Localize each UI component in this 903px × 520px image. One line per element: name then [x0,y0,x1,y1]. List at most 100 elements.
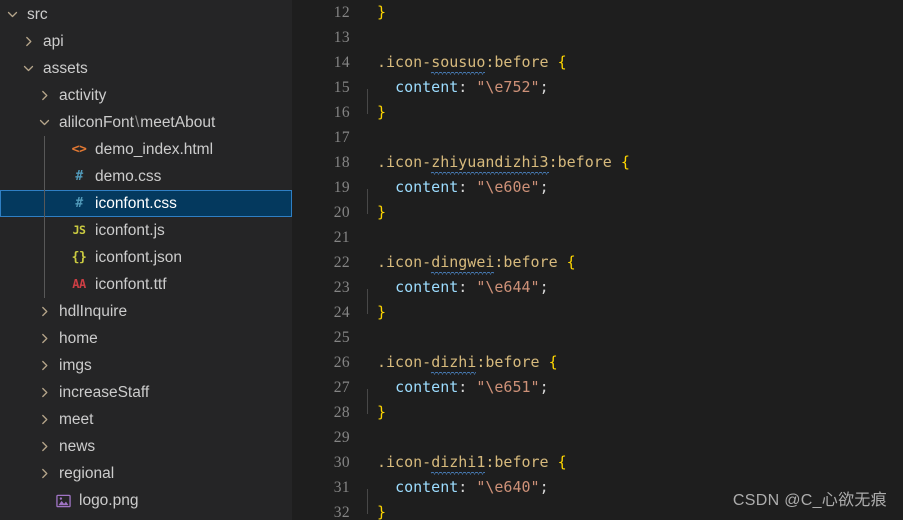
code-token: content [395,378,459,396]
line-number: 20 [333,204,350,221]
tree-folder-regional[interactable]: regional [0,460,292,487]
code-text[interactable] [350,125,377,150]
tree-item-label: iconfont.css [95,195,177,212]
code-line-31[interactable]: 31 content: "\e640"; [292,475,903,514]
selector-token-warning: zhiyuandizhi3 [431,150,550,175]
code-line-26[interactable]: 26 .icon-dizhi:before { [292,350,903,375]
code-line-25[interactable]: 25 [292,325,903,350]
code-line-12[interactable]: 12} [292,0,903,25]
chevron-right-icon[interactable] [36,433,53,460]
code-text[interactable] [350,25,377,50]
code-line-20[interactable]: 20} [292,200,903,225]
tree-folder-api[interactable]: api [0,28,292,55]
file-tree[interactable]: src api assets activity alilconFont\meetAbou… [0,0,292,514]
code-text[interactable]: content: "\e752"; [350,75,549,114]
code-text[interactable]: } [350,300,386,325]
code-token: { [557,53,567,71]
code-line-30[interactable]: 30 .icon-dizhi1:before { [292,450,903,475]
chevron-down-icon[interactable] [36,109,53,136]
code-text[interactable]: .icon-zhiyuandizhi3:before { [350,150,630,175]
code-text[interactable] [350,225,377,250]
code-text[interactable] [350,325,377,350]
json-file-icon: {} [71,250,87,265]
code-content[interactable]: 12} 13 14 .icon-sousuo:before {15 content: … [292,0,903,520]
code-token: "\e651" [476,378,540,396]
tree-folder-meet[interactable]: meet [0,406,292,433]
chevron-right-icon[interactable] [20,28,37,55]
line-number: 19 [333,179,350,196]
code-token: .icon- [377,153,432,171]
selector-token-warning: dingwei [431,250,495,275]
code-text[interactable] [350,425,377,450]
tree-item-label: regional [59,465,115,482]
code-text[interactable]: .icon-dizhi:before { [350,350,558,375]
tree-folder-news[interactable]: news [0,433,292,460]
code-token: .icon- [377,353,432,371]
code-text[interactable]: } [350,400,386,425]
tree-folder-activity[interactable]: activity [0,82,292,109]
code-token: .icon- [377,453,432,471]
chevron-right-icon[interactable] [36,460,53,487]
explorer-sidebar[interactable]: src api assets activity alilconFont\meetAbou… [0,0,292,520]
code-line-28[interactable]: 28} [292,400,903,425]
code-line-23[interactable]: 23 content: "\e644"; [292,275,903,314]
code-line-15[interactable]: 15 content: "\e752"; [292,75,903,114]
chevron-right-icon[interactable] [36,379,53,406]
code-text[interactable]: } [350,100,386,125]
tree-folder-increasestaff[interactable]: increaseStaff [0,379,292,406]
chevron-right-icon[interactable] [36,298,53,325]
tree-folder-src[interactable]: src [0,1,292,28]
code-text[interactable]: } [350,200,386,225]
code-text[interactable]: content: "\e640"; [350,475,549,514]
code-token: { [620,153,630,171]
chevron-right-icon[interactable] [36,325,53,352]
code-line-13[interactable]: 13 [292,25,903,50]
code-line-24[interactable]: 24} [292,300,903,325]
code-line-16[interactable]: 16} [292,100,903,125]
code-text[interactable]: .icon-dizhi1:before { [350,450,567,475]
code-token: : [458,478,477,496]
code-line-18[interactable]: 18 .icon-zhiyuandizhi3:before { [292,150,903,175]
code-line-27[interactable]: 27 content: "\e651"; [292,375,903,414]
code-text[interactable]: content: "\e60e"; [350,175,549,214]
tree-folder-assets[interactable]: assets [0,55,292,82]
code-line-29[interactable]: 29 [292,425,903,450]
tree-folder-hdlinquire[interactable]: hdlInquire [0,298,292,325]
chevron-right-icon[interactable] [36,406,53,433]
code-line-19[interactable]: 19 content: "\e60e"; [292,175,903,214]
editor-pane[interactable]: 12} 13 14 .icon-sousuo:before {15 content: … [292,0,903,520]
chevron-down-icon[interactable] [4,1,21,28]
tree-item-label: iconfont.ttf [95,276,167,293]
code-token: : [458,378,477,396]
code-token: ; [539,78,549,96]
tree-folder-alilconfont-meetabout[interactable]: alilconFont\meetAbout [0,109,292,136]
code-line-32[interactable]: 32} [292,500,903,520]
tree-file-logo-png[interactable]: logo.png [0,487,292,514]
code-line-21[interactable]: 21 [292,225,903,250]
tree-folder-home[interactable]: home [0,325,292,352]
code-text[interactable]: content: "\e651"; [350,375,549,414]
chevron-right-icon[interactable] [36,82,53,109]
code-text[interactable]: .icon-sousuo:before { [350,50,567,75]
chevron-down-icon[interactable] [20,55,37,82]
code-line-22[interactable]: 22 .icon-dingwei:before { [292,250,903,275]
code-token: } [377,503,387,520]
code-text[interactable]: .icon-dingwei:before { [350,250,576,275]
code-text[interactable]: } [350,0,386,25]
line-number: 32 [333,504,350,520]
code-token: ; [539,478,549,496]
code-text[interactable]: content: "\e644"; [350,275,549,314]
code-line-14[interactable]: 14 .icon-sousuo:before { [292,50,903,75]
selector-token-warning: dizhi1 [431,450,486,475]
code-token: :before [485,53,549,71]
line-number: 23 [333,279,350,296]
chevron-right-icon[interactable] [36,352,53,379]
tree-folder-imgs[interactable]: imgs [0,352,292,379]
code-line-17[interactable]: 17 [292,125,903,150]
code-text[interactable]: } [350,500,386,520]
